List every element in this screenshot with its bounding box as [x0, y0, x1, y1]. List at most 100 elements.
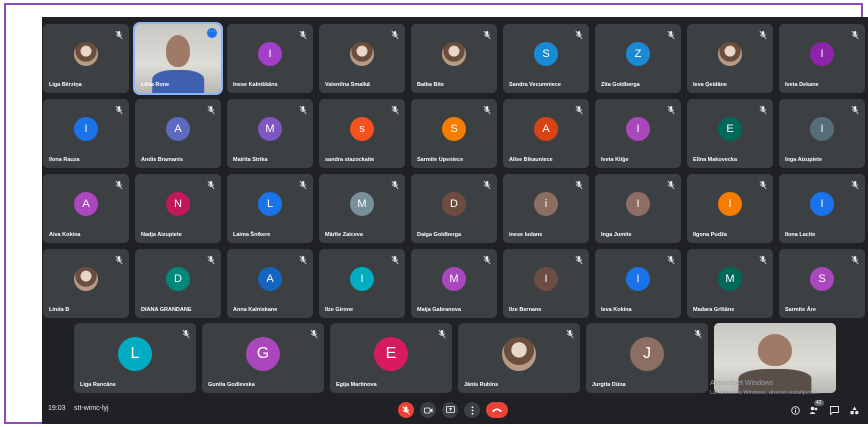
participant-tile-sandra-vecumniece[interactable]: S Sandra Vecumniece — [503, 24, 589, 93]
mic-muted-icon — [299, 252, 307, 265]
participant-tile-mairita-strika[interactable]: M Mairita Strika — [227, 99, 313, 168]
participant-tile-daiga-goldberga[interactable]: D Daiga Goldberga — [411, 174, 497, 243]
participant-tile-ilona-lacite[interactable]: I Ilona Lacite — [779, 174, 865, 243]
participant-tile-linda-b[interactable]: Linda B — [43, 249, 129, 318]
participant-tile-zita-goldberga[interactable]: Z Zita Goldberga — [595, 24, 681, 93]
participant-tile-elina-makovecka[interactable]: E Elīna Makovecka — [687, 99, 773, 168]
participant-tile-inese-ludane[interactable]: i inese ludane — [503, 174, 589, 243]
mic-muted-icon — [759, 252, 767, 265]
participant-tile-lilita-rone[interactable]: ··· Lilita Rone — [133, 22, 223, 95]
participants-count-badge: 42 — [814, 400, 824, 406]
mic-muted-icon — [299, 27, 307, 40]
participant-name: Jurgita Dūna — [592, 382, 626, 388]
mic-muted-icon — [566, 326, 574, 339]
participant-name: Alise Bikauniece — [509, 157, 553, 163]
mic-muted-icon — [391, 177, 399, 190]
participant-name: Liga Rancāne — [80, 382, 116, 388]
participant-tile-nadja-aizupiete[interactable]: N Nadja Aizupiete — [135, 174, 221, 243]
chat-icon[interactable] — [828, 404, 840, 416]
participant-tile-ilze-bernane[interactable]: I Ilze Bernane — [503, 249, 589, 318]
avatar: I — [350, 267, 374, 292]
participant-tile-egija-martinova[interactable]: E Egija Martinova — [330, 323, 452, 393]
camera-icon[interactable] — [420, 402, 436, 418]
more-icon[interactable] — [464, 402, 480, 418]
participant-tile-valentina-smalka[interactable]: Valentīna Smalkā — [319, 24, 405, 93]
participant-tile-inese-kalniskans[interactable]: I Inese Kalniškāns — [227, 24, 313, 93]
participant-name: Anna Kalniskane — [233, 307, 278, 313]
avatar-photo — [718, 42, 742, 67]
participant-tile-aiva-kokina[interactable]: A Aiva Kokina — [43, 174, 129, 243]
participant-tile-madara-grisane[interactable]: M Madara Grīšāne — [687, 249, 773, 318]
avatar: I — [626, 117, 650, 142]
participant-tile-iveta-dekane[interactable]: I Iveta Dekane — [779, 24, 865, 93]
participant-tile-baiba-bite[interactable]: Baiba Bite — [411, 24, 497, 93]
mic-muted-icon — [667, 177, 675, 190]
participant-tile-ilona-rauza[interactable]: I Ilona Rauza — [43, 99, 129, 168]
participant-tile-diana-grandane[interactable]: D DIANA GRANDANE — [135, 249, 221, 318]
participant-tile-anna-kalniskane[interactable]: A Anna Kalniskane — [227, 249, 313, 318]
mic-muted-icon — [391, 252, 399, 265]
avatar: J — [630, 336, 664, 371]
participant-tile-marite-zaiceva[interactable]: M Mārīte Zaiceva — [319, 174, 405, 243]
mic-off-icon[interactable] — [398, 402, 414, 418]
participant-tile-ilze-girone[interactable]: I Ilze Girone — [319, 249, 405, 318]
avatar: D — [442, 192, 466, 217]
participant-name: Iveta Kliģe — [601, 157, 629, 163]
participant-name: Mairita Strika — [233, 157, 268, 163]
avatar: A — [74, 192, 98, 217]
mic-muted-icon — [115, 27, 123, 40]
participant-name: Ilgona Pudža — [693, 232, 727, 238]
end-call-icon[interactable] — [486, 402, 508, 418]
mic-muted-icon — [759, 177, 767, 190]
mic-muted-icon — [694, 326, 702, 339]
bottom-bar: 19:03 stt-wimc-lyj 42 — [42, 396, 868, 424]
participant-tile-ieva-geidane[interactable]: Ieva Ģeidāne — [687, 24, 773, 93]
avatar: E — [718, 117, 742, 142]
participant-tile-gunita-godlevska[interactable]: G Gunita Godlevska — [202, 323, 324, 393]
participant-name: Laima Šnikere — [233, 232, 271, 238]
participant-name: Sandra Vecumniece — [509, 82, 561, 88]
avatar: E — [374, 336, 408, 371]
participant-name: Ieva Kokina — [601, 307, 632, 313]
info-icon[interactable] — [789, 404, 801, 416]
participant-name: Ilze Bernane — [509, 307, 542, 313]
participant-tile-ilgona-pudza[interactable]: I Ilgona Pudža — [687, 174, 773, 243]
participant-name: Daiga Goldberga — [417, 232, 462, 238]
participant-tile-janis-rubins[interactable]: Jānis Rubīns — [458, 323, 580, 393]
participant-tile-alise-bikauniece[interactable]: A Alise Bikauniece — [503, 99, 589, 168]
avatar: A — [534, 117, 558, 142]
mic-muted-icon — [207, 252, 215, 265]
avatar: I — [810, 192, 834, 217]
participant-tile-laima-snikere[interactable]: L Laima Šnikere — [227, 174, 313, 243]
mic-muted-icon — [483, 252, 491, 265]
participant-tile-inga-jumite[interactable]: I Inga Jumite — [595, 174, 681, 243]
participant-tile-iveta-klige[interactable]: I Iveta Kliģe — [595, 99, 681, 168]
participant-tile-sandra-stazockaite[interactable]: s sandra stazockaite — [319, 99, 405, 168]
mic-muted-icon — [851, 102, 859, 115]
participant-tile-sarmite-upeniece[interactable]: S Sarmite Upeniece — [411, 99, 497, 168]
mic-muted-icon — [851, 252, 859, 265]
participant-tile-andis-bramanis[interactable]: A Andis Bramanis — [135, 99, 221, 168]
meet-window: Liga Bērziņa ··· Lilita Rone I Inese Kalnišk… — [42, 17, 868, 424]
avatar-photo — [74, 267, 98, 292]
mic-muted-icon — [575, 102, 583, 115]
participant-tile-ieva-kokina[interactable]: I Ieva Kokina — [595, 249, 681, 318]
participant-tile-liga-rancane[interactable]: L Liga Rancāne — [74, 323, 196, 393]
participant-name: Valentīna Smalkā — [325, 82, 370, 88]
participant-tile-maija-gabranova[interactable]: M Maija Gabranova — [411, 249, 497, 318]
people-icon[interactable]: 42 — [808, 400, 824, 416]
avatar: I — [626, 192, 650, 217]
mic-muted-icon — [483, 27, 491, 40]
participant-tile-sarmite-are[interactable]: S Sarmite Āre — [779, 249, 865, 318]
participant-tile-inga-aizupiete[interactable]: I Inga Aizupiete — [779, 99, 865, 168]
participant-tile-liga-berzina[interactable]: Liga Bērziņa — [43, 24, 129, 93]
mic-muted-icon — [575, 252, 583, 265]
participant-name: Lilita Rone — [141, 82, 170, 88]
mic-muted-icon — [182, 326, 190, 339]
participant-tile-jurgita-duna[interactable]: J Jurgita Dūna — [586, 323, 708, 393]
present-icon[interactable] — [442, 402, 458, 418]
tile-options-icon[interactable]: ··· — [207, 28, 217, 38]
activities-icon[interactable] — [848, 404, 860, 416]
participant-name: Inese Kalniškāns — [233, 82, 278, 88]
meeting-code[interactable]: stt-wimc-lyj — [74, 405, 109, 412]
